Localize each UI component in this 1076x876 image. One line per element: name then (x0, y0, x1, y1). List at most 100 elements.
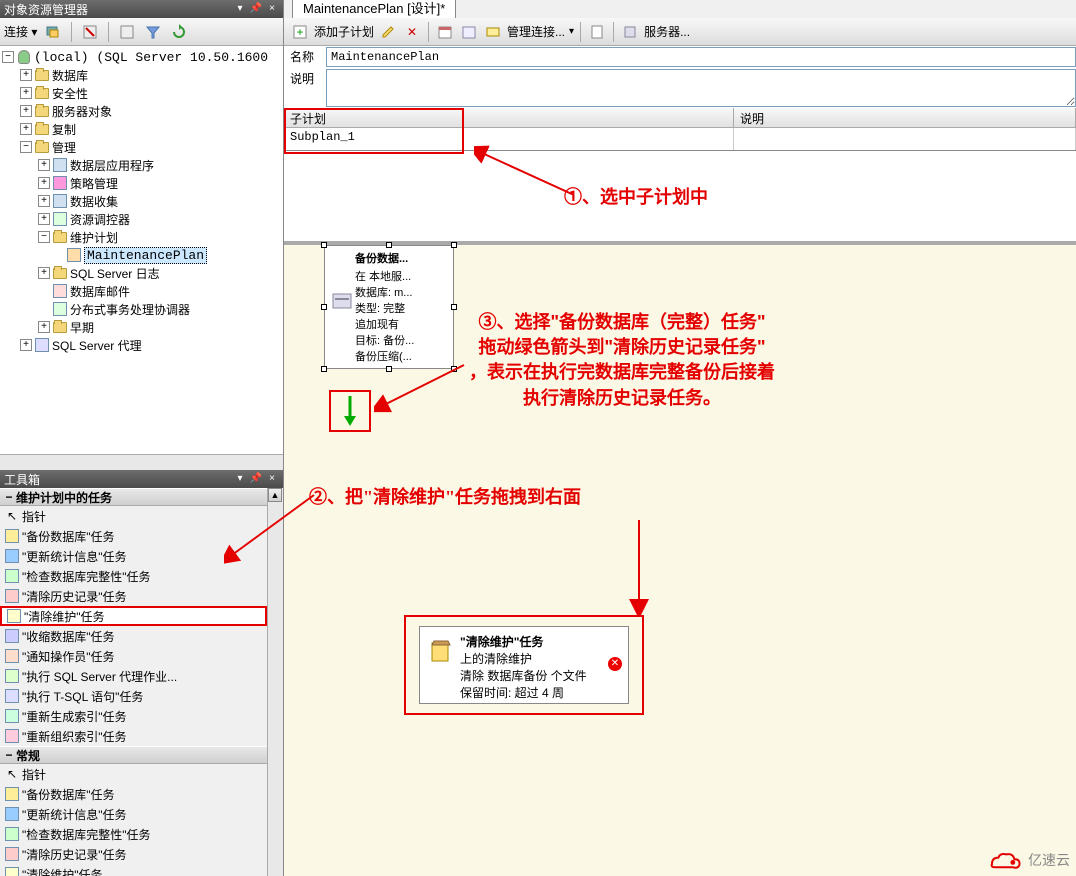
th-desc[interactable]: 说明 (734, 108, 1076, 128)
tree-security[interactable]: 安全性 (52, 85, 88, 102)
tree-legacy[interactable]: 早期 (70, 319, 94, 336)
toolbox-general-clearmaint[interactable]: "清除维护"任务 (0, 864, 267, 876)
tree-sqllogs[interactable]: SQL Server 日志 (70, 265, 160, 282)
tree-toggle[interactable]: − (2, 51, 14, 63)
tree-resgov[interactable]: 资源调控器 (70, 211, 130, 228)
tab-maintenance-plan[interactable]: MaintenancePlan [设计]* (292, 0, 456, 18)
manage-connections-button[interactable]: 管理连接... (507, 23, 565, 40)
toolbox-checkintegrity-task[interactable]: "检查数据库完整性"任务 (0, 566, 267, 586)
tree-management[interactable]: 管理 (52, 139, 76, 156)
edit-icon[interactable] (378, 22, 398, 42)
toolbox-scrollbar[interactable]: ▲ (267, 488, 283, 876)
panel-pin-icon[interactable]: 📌 (249, 2, 263, 16)
toolbox-reorg-task[interactable]: "重新组织索引"任务 (0, 726, 267, 746)
calendar-icon[interactable] (435, 22, 455, 42)
toolbox-backup-task[interactable]: "备份数据库"任务 (0, 526, 267, 546)
tree-datacoll[interactable]: 数据收集 (70, 193, 118, 210)
server-icon[interactable] (620, 22, 640, 42)
add-subplan-button[interactable]: 添加子计划 (314, 23, 374, 40)
toolbox-clearmaint-task[interactable]: "清除维护"任务 (0, 606, 267, 626)
toolbox-execagent-task[interactable]: "执行 SQL Server 代理作业... (0, 666, 267, 686)
clearhist-task-icon (4, 588, 20, 604)
toolbox-pointer[interactable]: ↖指针 (0, 506, 267, 526)
tree-dbmail[interactable]: 数据库邮件 (70, 283, 130, 300)
pointer-icon: ↖ (4, 766, 20, 782)
name-input[interactable] (326, 47, 1076, 67)
schedule-icon[interactable] (459, 22, 479, 42)
toolbox-general-pointer[interactable]: ↖指针 (0, 764, 267, 784)
toolbox-general-checkint[interactable]: "检查数据库完整性"任务 (0, 824, 267, 844)
tree-toggle[interactable]: + (20, 105, 32, 117)
horizontal-scrollbar[interactable] (0, 454, 283, 470)
notify-task-icon (4, 648, 20, 664)
disconnect-icon[interactable] (80, 22, 100, 42)
td-subplan[interactable]: Subplan_1 (284, 128, 464, 150)
tree-maintenance-plan-item[interactable]: MaintenancePlan (84, 247, 207, 264)
backup-task-icon (331, 250, 355, 364)
tree-replication[interactable]: 复制 (52, 121, 76, 138)
desc-input[interactable] (326, 69, 1076, 107)
tree-root[interactable]: (local) (SQL Server 10.50.1600 (34, 50, 268, 65)
tree-toggle[interactable]: + (38, 195, 50, 207)
toolbox-general-updatestats[interactable]: "更新统计信息"任务 (0, 804, 267, 824)
tree-toggle[interactable]: − (38, 231, 50, 243)
tree-toggle[interactable]: − (20, 141, 32, 153)
tree-dac[interactable]: 数据层应用程序 (70, 157, 154, 174)
tree-toggle[interactable]: + (38, 213, 50, 225)
filter-icon[interactable] (143, 22, 163, 42)
tree-policy[interactable]: 策略管理 (70, 175, 118, 192)
tree-toggle[interactable]: + (38, 177, 50, 189)
design-canvas[interactable]: 备份数据... 在 本地服... 数据库: m... 类型: 完整 追加现有 目… (284, 241, 1076, 876)
tree-toggle[interactable]: + (38, 267, 50, 279)
object-explorer-tree[interactable]: − (local) (SQL Server 10.50.1600 + 数据库 + 安… (0, 46, 283, 454)
toolbox-notify-task[interactable]: "通知操作员"任务 (0, 646, 267, 666)
panel-dropdown-icon[interactable]: ▾ (233, 2, 247, 16)
tree-toggle[interactable]: + (38, 159, 50, 171)
toolbox-dropdown-icon[interactable]: ▾ (233, 472, 247, 486)
tree-serverobjects[interactable]: 服务器对象 (52, 103, 112, 120)
toolbox-exectsql-task[interactable]: "执行 T-SQL 语句"任务 (0, 686, 267, 706)
tree-toggle[interactable]: + (20, 339, 32, 351)
tree-databases[interactable]: 数据库 (52, 67, 88, 84)
tree-toggle[interactable]: + (20, 87, 32, 99)
add-subplan-icon[interactable]: + (290, 22, 310, 42)
green-arrow-icon[interactable] (340, 394, 360, 428)
report-icon[interactable] (587, 22, 607, 42)
connection-icon[interactable] (483, 22, 503, 42)
toolbox-general-backup[interactable]: "备份数据库"任务 (0, 784, 267, 804)
toolbox-shrink-task[interactable]: "收缩数据库"任务 (0, 626, 267, 646)
error-icon[interactable]: ✕ (608, 657, 622, 671)
td-desc[interactable] (734, 128, 1076, 150)
delete-icon[interactable]: ✕ (402, 22, 422, 42)
policy-icon (52, 175, 68, 191)
toolbox-updatestats-task[interactable]: "更新统计信息"任务 (0, 546, 267, 566)
panel-close-icon[interactable]: × (265, 2, 279, 16)
stop-icon[interactable] (117, 22, 137, 42)
tree-toggle[interactable]: + (38, 321, 50, 333)
connect-button[interactable]: 连接 ▾ (4, 23, 37, 40)
tree-maintplans[interactable]: 维护计划 (70, 229, 118, 246)
tree-agent[interactable]: SQL Server 代理 (52, 337, 142, 354)
toolbox-group-general[interactable]: −常规 (0, 746, 267, 764)
tree-toggle[interactable]: + (20, 123, 32, 135)
agent-icon (34, 337, 50, 353)
toolbox-clearhistory-task[interactable]: "清除历史记录"任务 (0, 586, 267, 606)
toolbox-rebuild-task[interactable]: "重新生成索引"任务 (0, 706, 267, 726)
backup-task-box[interactable]: 备份数据... 在 本地服... 数据库: m... 类型: 完整 追加现有 目… (324, 245, 454, 369)
toolbox-close-icon[interactable]: × (265, 472, 279, 486)
annotation-2: ②、把"清除维护"任务拖拽到右面 (309, 485, 581, 510)
toolbox-pin-icon[interactable]: 📌 (249, 472, 263, 486)
toolbox-group-maint[interactable]: −维护计划中的任务 (0, 488, 267, 506)
cleanup-task-box[interactable]: "清除维护"任务 上的清除维护 清除 数据库备份 个文件 保留时间: 超过 4 … (419, 626, 629, 704)
tree-dtc[interactable]: 分布式事务处理协调器 (70, 301, 190, 318)
toolbox-general-clearhist[interactable]: "清除历史记录"任务 (0, 844, 267, 864)
object-explorer-title: 对象资源管理器 (4, 1, 88, 18)
pointer-icon: ↖ (4, 508, 20, 524)
tree-toggle[interactable]: + (20, 69, 32, 81)
servers-button[interactable]: 服务器... (644, 23, 690, 40)
scroll-up-icon[interactable]: ▲ (268, 488, 282, 502)
refresh-icon[interactable] (169, 22, 189, 42)
th-subplan[interactable]: 子计划 (284, 108, 464, 128)
annotation-3: ③、选择"备份数据库（完整）任务" 拖动绿色箭头到"清除历史记录任务" ，表示在… (469, 310, 775, 411)
connect-icon[interactable] (43, 22, 63, 42)
